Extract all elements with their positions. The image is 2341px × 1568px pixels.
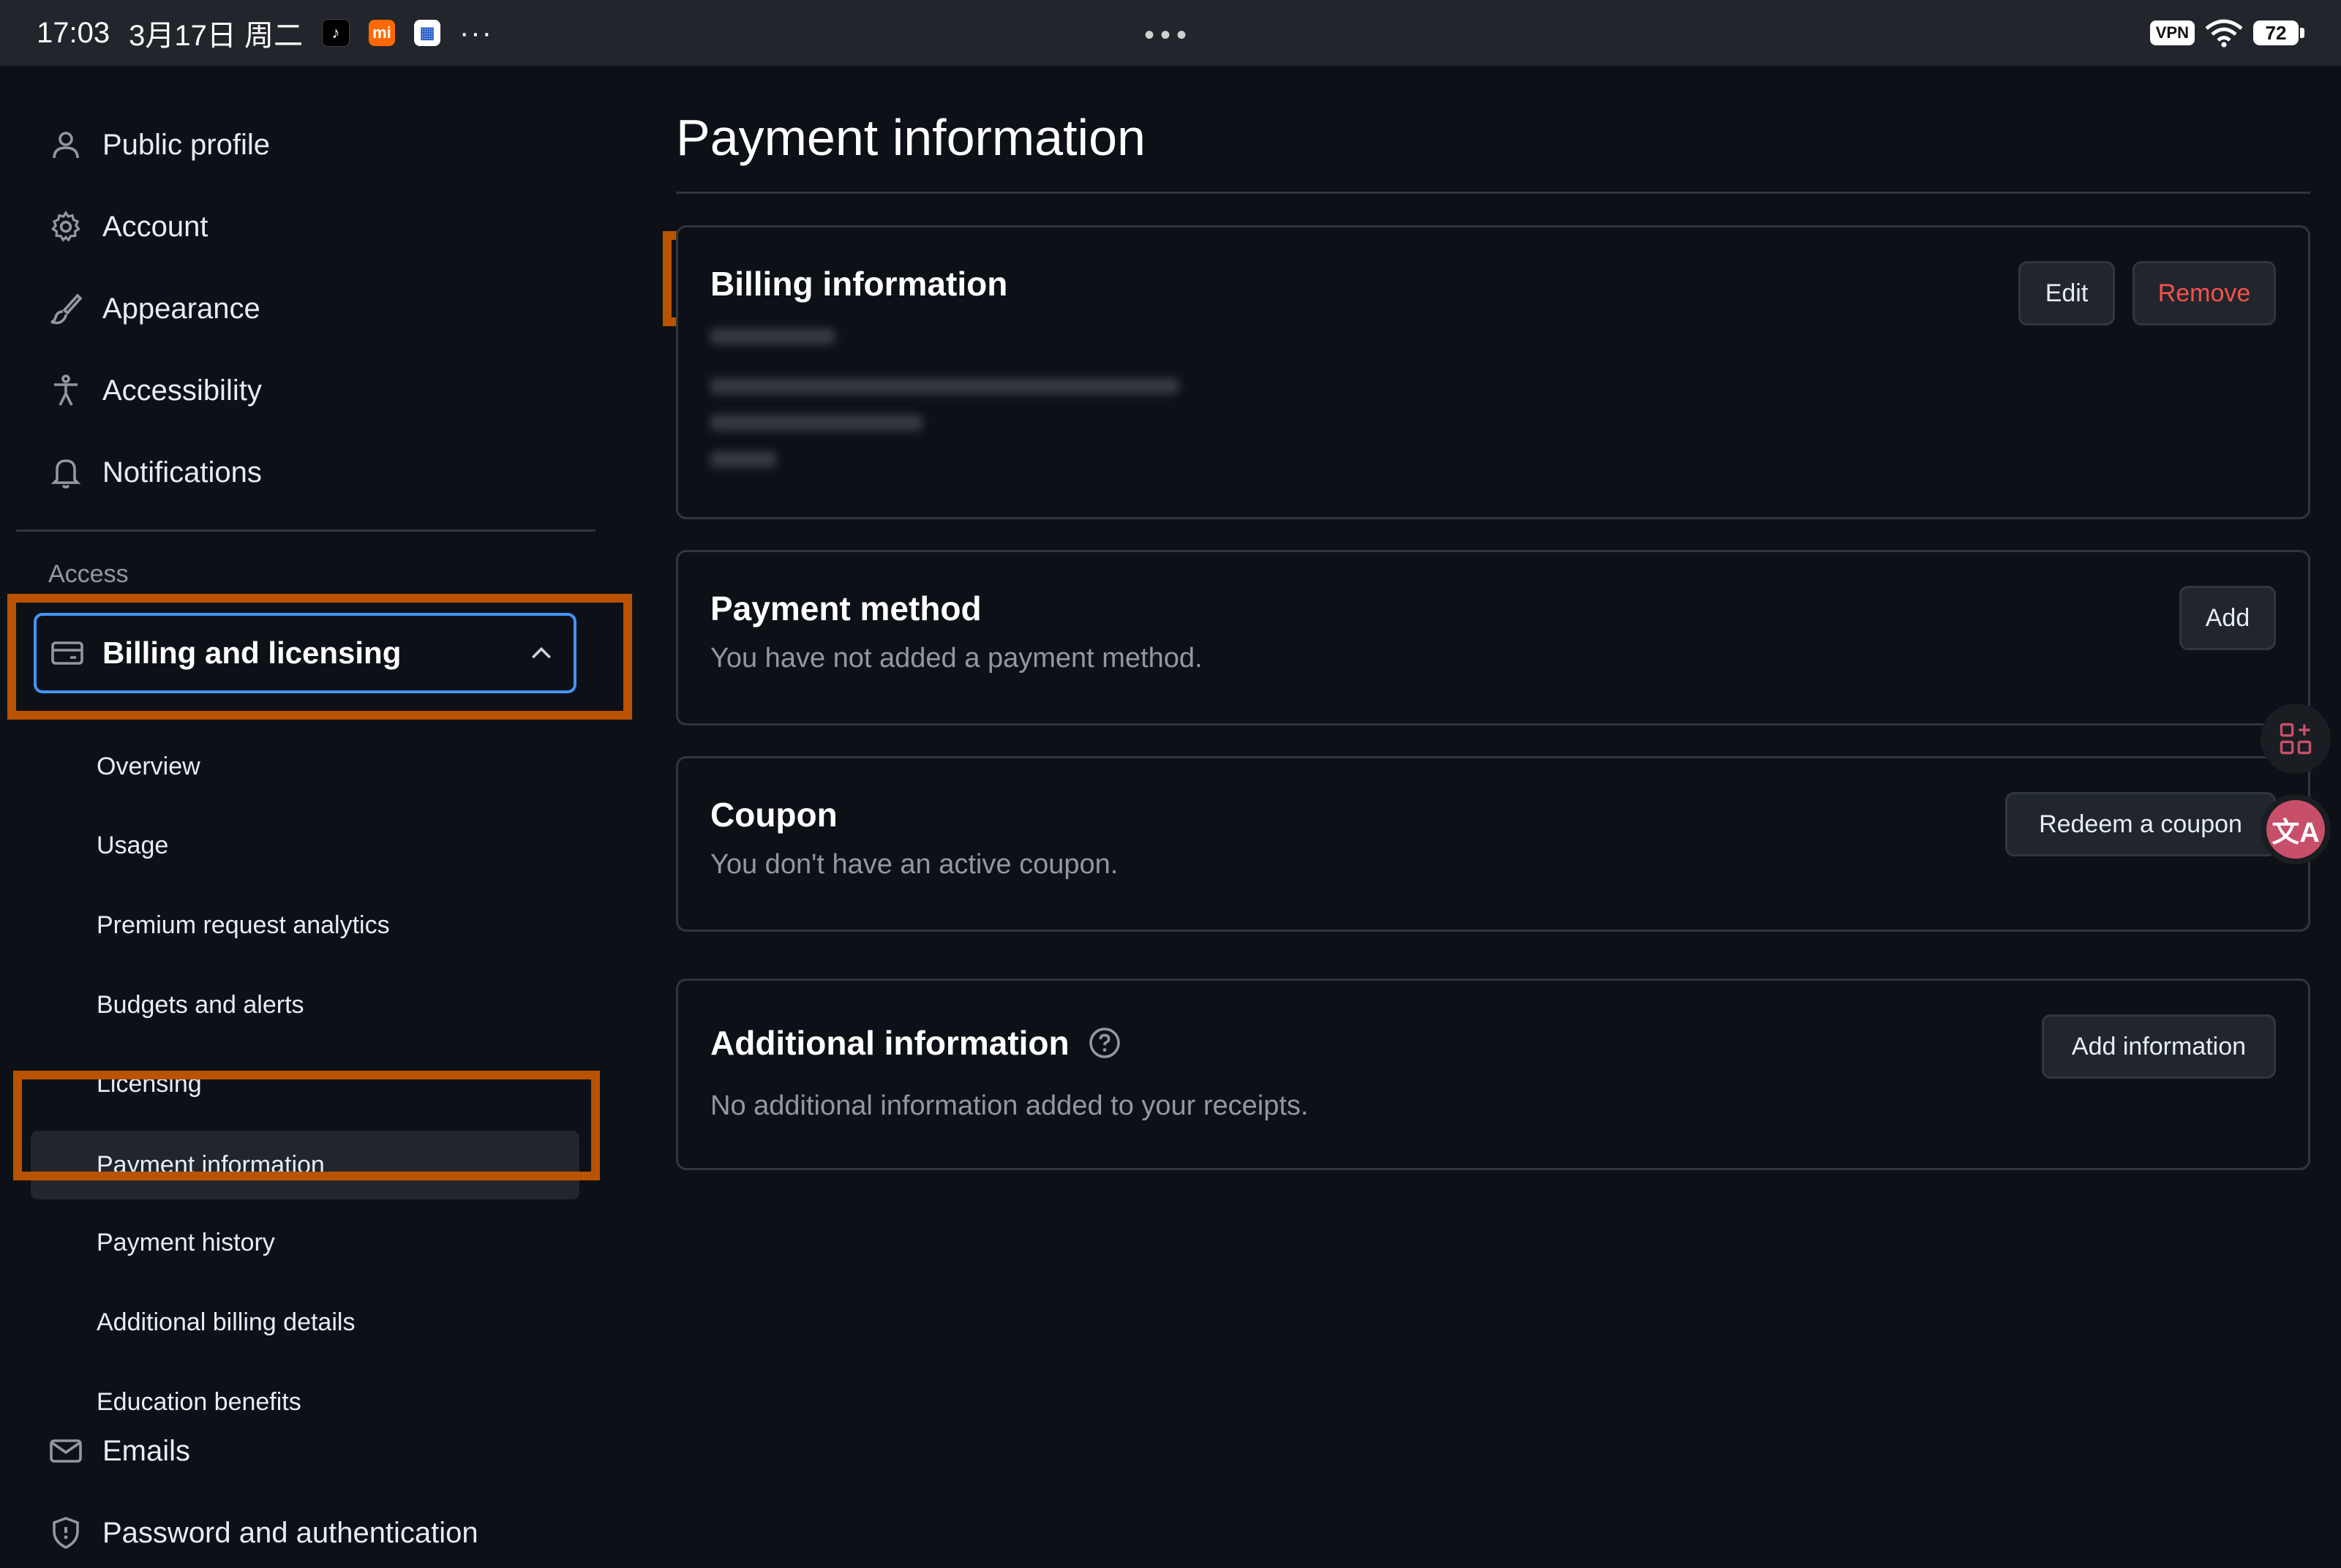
battery-tip (2300, 28, 2304, 38)
page-title: Payment information (676, 109, 1146, 166)
redacted-billing-name (710, 328, 835, 344)
coupon-title: Coupon (710, 796, 838, 834)
sidebar-subitem-label: Usage (97, 831, 169, 859)
coupon-card: Coupon You don't have an active coupon. … (676, 756, 2310, 932)
sidebar-item-accessibility[interactable]: Accessibility (29, 355, 585, 426)
billing-information-title: Billing information (710, 265, 1008, 303)
sidebar-item-label: Appearance (102, 292, 260, 325)
calendar-app-icon: ▦ (413, 20, 440, 46)
redacted-billing-address-line1 (710, 378, 1179, 394)
sidebar-item-label: Billing and licensing (102, 636, 402, 670)
sidebar-subitem-usage[interactable]: Usage (29, 813, 585, 878)
battery-indicator: 72 (2253, 20, 2304, 45)
paintbrush-icon (50, 293, 83, 325)
mail-icon (50, 1439, 82, 1463)
sidebar-subitem-payment-history[interactable]: Payment history (29, 1210, 585, 1275)
multitask-dots-icon[interactable]: ••• (1144, 19, 1192, 52)
redeem-coupon-button[interactable]: Redeem a coupon (2005, 792, 2276, 856)
shield-icon (53, 1517, 79, 1550)
sidebar-item-account[interactable]: Account (29, 192, 585, 262)
sidebar-item-label: Account (102, 210, 208, 243)
more-notifications-icon: ··· (459, 16, 493, 49)
sidebar-subitem-label: Overview (97, 752, 200, 780)
grid-plus-icon (2280, 723, 2312, 755)
sidebar-subitem-additional-billing-details[interactable]: Additional billing details (29, 1289, 585, 1355)
status-right: VPN 72 (2149, 0, 2304, 66)
additional-information-description: No additional information added to your … (710, 1090, 1309, 1121)
redacted-billing-country (710, 451, 776, 467)
payment-method-card: Payment method You have not added a paym… (676, 550, 2310, 725)
sidebar-item-label: Notifications (102, 456, 262, 489)
sidebar-subitem-overview[interactable]: Overview (29, 734, 585, 799)
gear-icon (51, 211, 80, 242)
sidebar-item-label: Password and authentication (102, 1516, 478, 1549)
sidebar-subitem-premium-request-analytics[interactable]: Premium request analytics (29, 892, 585, 958)
sidebar-item-label: Public profile (102, 128, 271, 161)
sidebar-subitem-label: Payment information (97, 1150, 325, 1179)
system-status-bar: 17:03 3月17日 周二 ♪ mi ▦ ··· ••• VPN 72 (0, 0, 2341, 66)
status-date: 3月17日 周二 (129, 20, 303, 52)
sidebar-subitem-label: Licensing (97, 1069, 202, 1098)
sidebar-divider (16, 529, 595, 532)
sidebar-item-notifications[interactable]: Notifications (29, 437, 585, 508)
accessibility-icon (54, 374, 78, 406)
additional-information-heading: Additional information (710, 1023, 1122, 1063)
payment-method-description: You have not added a payment method. (710, 643, 1203, 674)
sidebar-subitem-payment-information[interactable]: Payment information (31, 1131, 579, 1199)
sidebar-item-emails[interactable]: Emails (29, 1416, 585, 1486)
title-divider (676, 192, 2310, 194)
sidebar-subitem-label: Budgets and alerts (97, 990, 304, 1019)
remove-billing-button[interactable]: Remove (2133, 261, 2276, 325)
sidebar-item-billing-and-licensing[interactable]: Billing and licensing (34, 613, 576, 693)
tiktok-app-icon: ♪ (321, 19, 350, 47)
settings-sidebar: Public profile Account Appearance Access… (0, 66, 629, 1562)
billing-information-card: Billing information Edit Remove (676, 225, 2310, 519)
vpn-badge: VPN (2149, 20, 2195, 45)
floating-translate-button[interactable]: 文A (2261, 794, 2331, 864)
question-circle-icon[interactable] (1087, 1025, 1122, 1060)
status-time: 17:03 (37, 16, 110, 49)
payment-method-title: Payment method (710, 589, 982, 627)
sidebar-subitem-label: Payment history (97, 1228, 275, 1256)
sidebar-group-access: Access (48, 560, 129, 588)
coupon-description: You don't have an active coupon. (710, 849, 1119, 880)
mi-app-icon: mi (368, 20, 395, 46)
translate-icon: 文A (2266, 800, 2325, 859)
add-information-button[interactable]: Add information (2042, 1014, 2276, 1079)
sidebar-item-public-profile[interactable]: Public profile (29, 110, 585, 180)
battery-level: 72 (2253, 20, 2299, 45)
additional-information-title: Additional information (710, 1024, 1070, 1062)
status-left: 17:03 3月17日 周二 ♪ mi ▦ ··· (37, 0, 493, 66)
redacted-billing-address-line2 (710, 415, 923, 431)
sidebar-item-appearance[interactable]: Appearance (29, 274, 585, 344)
person-icon (53, 132, 79, 159)
sidebar-item-label: Emails (102, 1434, 191, 1467)
edit-billing-button[interactable]: Edit (2018, 261, 2115, 325)
sidebar-subitem-budgets-and-alerts[interactable]: Budgets and alerts (29, 972, 585, 1038)
bell-icon (50, 459, 81, 489)
sidebar-subitem-licensing[interactable]: Licensing (29, 1051, 585, 1117)
sidebar-subitem-label: Premium request analytics (97, 911, 390, 939)
sidebar-item-password-and-authentication[interactable]: Password and authentication (29, 1498, 585, 1568)
floating-widget-grid-button[interactable] (2261, 704, 2331, 774)
wifi-icon (2205, 19, 2243, 48)
chevron-up-icon[interactable] (527, 639, 556, 668)
sidebar-subitem-label: Additional billing details (97, 1308, 356, 1336)
add-payment-method-button[interactable]: Add (2179, 586, 2276, 650)
additional-information-card: Additional information No additional inf… (676, 979, 2310, 1170)
credit-card-icon (51, 641, 83, 665)
sidebar-subitem-label: Education benefits (97, 1387, 301, 1416)
sidebar-item-label: Accessibility (102, 374, 262, 407)
